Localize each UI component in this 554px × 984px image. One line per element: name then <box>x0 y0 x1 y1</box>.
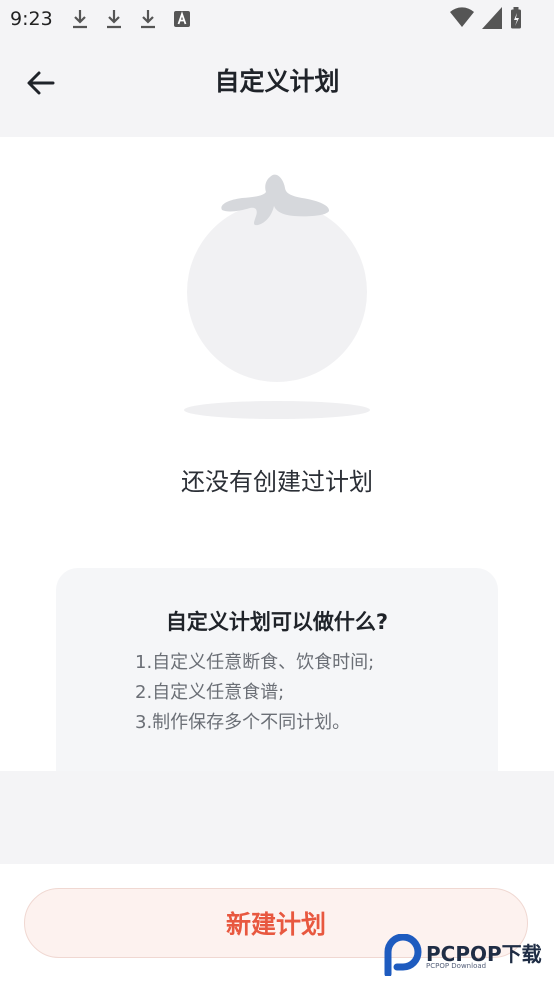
info-title: 自定义计划可以做什么? <box>165 610 389 634</box>
download-icon <box>102 7 126 31</box>
watermark: PCPOP下载 PCPOP Download <box>384 933 554 978</box>
download-icon <box>68 7 92 31</box>
wifi-icon <box>450 7 474 33</box>
pcpop-logo-icon <box>384 933 422 978</box>
info-list: 1.自定义任意断食、饮食时间; 2.自定义任意食谱; 3.制作保存多个不同计划。 <box>135 648 374 738</box>
signal-icon <box>482 7 502 33</box>
status-notification-icons <box>68 7 194 31</box>
info-item: 3.制作保存多个不同计划。 <box>135 712 351 733</box>
info-box: 自定义计划可以做什么? 1.自定义任意断食、饮食时间; 2.自定义任意食谱; 3… <box>56 568 498 771</box>
font-icon <box>170 7 194 31</box>
tomato-illustration <box>182 170 372 425</box>
info-item: 2.自定义任意食谱; <box>135 682 285 703</box>
page-title: 自定义计划 <box>214 67 340 96</box>
status-bar: 9:23 <box>0 0 554 36</box>
empty-state-message: 还没有创建过计划 <box>181 468 373 496</box>
app-bar: 自定义计划 <box>0 36 554 136</box>
status-system-icons <box>450 7 522 33</box>
info-item: 1.自定义任意断食、饮食时间; <box>135 652 375 673</box>
battery-icon <box>510 7 522 33</box>
download-icon <box>136 7 160 31</box>
status-time: 9:23 <box>10 8 53 30</box>
watermark-sub: PCPOP Download <box>426 962 487 970</box>
